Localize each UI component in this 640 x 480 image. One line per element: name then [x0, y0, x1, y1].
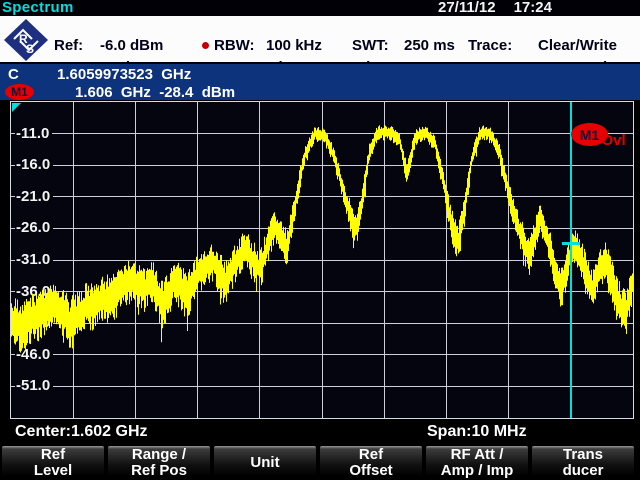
- datetime: 27/11/12 17:24: [438, 0, 552, 16]
- marker-m1-line[interactable]: [570, 102, 572, 418]
- changed-setting-indicator-icon: [202, 42, 209, 49]
- rohde-schwarz-logo: R S: [3, 18, 49, 62]
- date-label: 27/11/12: [438, 0, 496, 16]
- setting-label: SWT:: [352, 37, 404, 54]
- spectrum-analyzer-screen: Spectrum 27/11/12 17:24 R S Ref:-6.0 dBm…: [0, 0, 640, 480]
- center-frequency: Center:1.602 GHz: [15, 423, 148, 441]
- setting-label: Trace:: [468, 37, 538, 54]
- setting-value: -6.0 dBm: [100, 37, 163, 54]
- span-value: Span:10 MHz: [427, 423, 527, 441]
- setting-value: 100 kHz: [266, 37, 322, 54]
- plot-canvas: IF Ovl M1 -11.0-16.0-21.0-26.0-31.0-36.0…: [11, 102, 633, 418]
- svg-text:S: S: [26, 42, 34, 56]
- setting-sweep-time: SWT:250 ms: [352, 35, 455, 55]
- softkey-transducer[interactable]: Transducer: [532, 446, 634, 479]
- setting-label: Ref:: [54, 37, 100, 54]
- counter-frequency-value: 1.6059973523 GHz: [57, 66, 191, 83]
- header-bar: Spectrum 27/11/12 17:24: [0, 0, 640, 16]
- setting-value: 250 ms: [404, 37, 455, 54]
- softkey-unit[interactable]: Unit: [214, 446, 316, 479]
- time-label: 17:24: [514, 0, 552, 16]
- softkey-ref-offset[interactable]: RefOffset: [320, 446, 422, 479]
- settings-band: R S Ref:-6.0 dBm Att:15 dB RBW:100 kHz V…: [0, 16, 640, 63]
- marker-m1-badge: M1: [5, 84, 34, 100]
- spectrum-plot: IF Ovl M1 -11.0-16.0-21.0-26.0-31.0-36.0…: [10, 101, 634, 419]
- spectrum-trace: [11, 102, 633, 418]
- softkey-rf-att-amp-imp[interactable]: RF Att /Amp / Imp: [426, 446, 528, 479]
- softkey-ref-level[interactable]: RefLevel: [2, 446, 104, 479]
- softkey-range-ref-pos[interactable]: Range /Ref Pos: [108, 446, 210, 479]
- setting-value: Clear/Write: [538, 37, 617, 54]
- setting-label: RBW:: [214, 37, 266, 54]
- setting-trace-mode: Trace:Clear/Write: [468, 35, 617, 55]
- setting-ref-level: Ref:-6.0 dBm: [54, 35, 163, 55]
- marker-m1-readout: 1.606 GHz -28.4 dBm: [75, 84, 235, 101]
- mode-title: Spectrum: [2, 0, 74, 16]
- counter-label: C: [8, 66, 19, 83]
- frequency-info-bar: Center:1.602 GHz Span:10 MHz: [0, 419, 640, 446]
- marker-info-bar: C 1.6059973523 GHz M1 1.606 GHz -28.4 dB…: [0, 62, 640, 100]
- setting-rbw: RBW:100 kHz: [202, 35, 322, 55]
- marker-m1-flag: M1: [571, 123, 608, 146]
- softkey-bar: RefLevel Range /Ref Pos Unit RefOffset R…: [0, 446, 640, 480]
- marker-m1-level-tick: [562, 242, 580, 245]
